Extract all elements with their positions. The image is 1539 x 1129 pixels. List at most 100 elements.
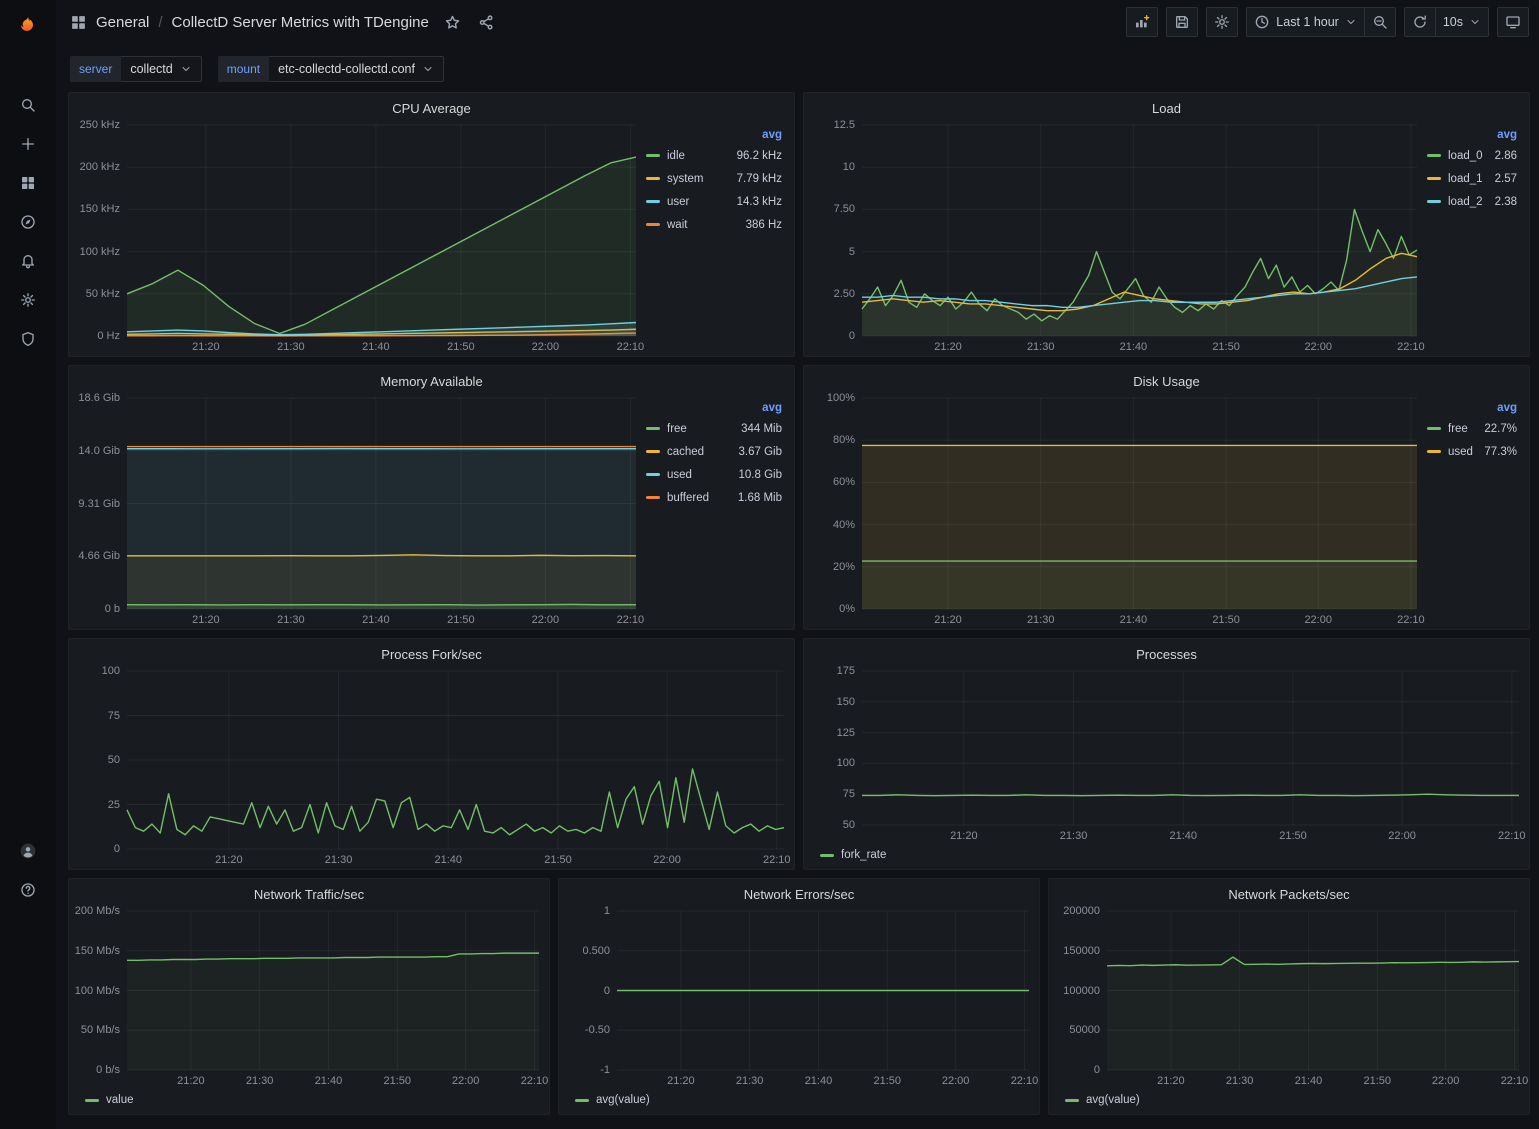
panel-title[interactable]: Processes <box>1136 647 1197 662</box>
sidebar-item-dashboards[interactable] <box>12 174 44 192</box>
sidebar-item-explore[interactable] <box>12 213 44 231</box>
panel-legend: avg load_02.86load_12.57load_22.38 <box>1417 125 1519 356</box>
legend-series-name: buffered <box>667 492 709 504</box>
sidebar-item-user-profile[interactable] <box>12 840 44 862</box>
legend-item-user[interactable]: user14.3 kHz <box>646 190 782 213</box>
legend-item-system[interactable]: system7.79 kHz <box>646 167 782 190</box>
y-axis-label: 100 <box>102 665 120 677</box>
plot-area[interactable] <box>617 911 1029 1070</box>
refresh-button[interactable] <box>1404 7 1436 37</box>
sidebar-item-server-admin[interactable] <box>12 330 44 348</box>
panel-title[interactable]: Process Fork/sec <box>381 647 481 662</box>
legend-item-wait[interactable]: wait386 Hz <box>646 213 782 236</box>
panel-title[interactable]: Network Errors/sec <box>744 887 855 902</box>
legend-series-name: value <box>106 1094 134 1106</box>
y-axis: 0 b4.66 Gib9.31 Gib14.0 Gib18.6 Gib <box>73 398 127 609</box>
sidebar-item-help[interactable] <box>12 879 44 901</box>
cycle-view-mode-button[interactable] <box>1497 7 1529 37</box>
breadcrumb: General / CollectD Server Metrics with T… <box>70 12 497 33</box>
y-axis: 5075100125150175 <box>808 671 862 825</box>
legend-item-avg(value)[interactable]: avg(value) <box>575 1094 650 1106</box>
plot-area[interactable] <box>127 911 539 1070</box>
zoom-out-button[interactable] <box>1364 7 1396 37</box>
legend-stat-header[interactable]: avg <box>1427 129 1517 141</box>
panel-title[interactable]: Disk Usage <box>1133 374 1199 389</box>
add-panel-button[interactable] <box>1126 7 1158 37</box>
legend-item-idle[interactable]: idle96.2 kHz <box>646 144 782 167</box>
topbar-actions: Last 1 hour 10s <box>1126 7 1529 37</box>
panel-title[interactable]: Memory Available <box>380 374 482 389</box>
plot-area[interactable] <box>127 125 636 336</box>
sidebar-item-search[interactable] <box>12 96 44 114</box>
plot-area[interactable] <box>862 398 1417 609</box>
panel-body: 0 Hz50 kHz100 kHz150 kHz200 kHz250 kHz21… <box>69 123 794 356</box>
legend-item-value[interactable]: value <box>85 1094 134 1106</box>
star-dashboard-button[interactable] <box>442 12 463 33</box>
legend-item-free[interactable]: free344 Mib <box>646 417 782 440</box>
x-axis-label: 22:00 <box>532 614 560 626</box>
y-axis-label: 0 <box>849 330 855 342</box>
x-axis-label: 21:20 <box>177 1075 205 1087</box>
legend-series-name: load_1 <box>1448 173 1483 185</box>
chart-process-fork: 025507510021:2021:3021:4021:5022:0022:10 <box>73 671 784 869</box>
share-dashboard-button[interactable] <box>476 12 497 33</box>
grafana-logo[interactable] <box>12 8 44 40</box>
legend-stat-header[interactable]: avg <box>646 129 782 141</box>
legend-item-used[interactable]: used10.8 Gib <box>646 463 782 486</box>
refresh-interval-dropdown[interactable]: 10s <box>1435 7 1489 37</box>
legend-series-value: 96.2 kHz <box>737 150 782 162</box>
variable-mount-dropdown[interactable]: etc-collectd-collectd.conf <box>269 56 444 82</box>
y-axis-label: 125 <box>837 727 855 739</box>
chart-network-traffic: 0 b/s50 Mb/s100 Mb/s150 Mb/s200 Mb/s21:2… <box>73 911 539 1090</box>
panel-body: 0 b4.66 Gib9.31 Gib14.0 Gib18.6 Gib21:20… <box>69 396 794 629</box>
app: General / CollectD Server Metrics with T… <box>0 0 1539 1129</box>
x-axis-label: 21:20 <box>934 341 962 353</box>
plot-area[interactable] <box>127 398 636 609</box>
x-axis-label: 21:30 <box>1060 830 1088 842</box>
variable-mount-value: etc-collectd-collectd.conf <box>278 62 415 76</box>
legend-item-avg(value)[interactable]: avg(value) <box>1065 1094 1140 1106</box>
plot-area[interactable] <box>862 125 1417 336</box>
panel-body: 0%20%40%60%80%100%21:2021:3021:4021:5022… <box>804 396 1529 629</box>
panel-body: 05000010000015000020000021:2021:3021:402… <box>1049 909 1529 1090</box>
legend-stat-header[interactable]: avg <box>1427 402 1517 414</box>
legend-item-load_1[interactable]: load_12.57 <box>1427 167 1517 190</box>
series-color-swatch <box>646 427 660 430</box>
panel-title[interactable]: Network Packets/sec <box>1228 887 1349 902</box>
save-dashboard-button[interactable] <box>1166 7 1198 37</box>
time-range-picker[interactable]: Last 1 hour <box>1246 7 1365 37</box>
series-color-swatch <box>85 1099 99 1102</box>
dashboard-settings-button[interactable] <box>1206 7 1238 37</box>
share-icon <box>478 14 495 31</box>
sidebar-item-alerting[interactable] <box>12 252 44 270</box>
sidebar-item-configuration[interactable] <box>12 291 44 309</box>
gear-icon <box>1214 14 1230 30</box>
legend-stat-header[interactable]: avg <box>646 402 782 414</box>
dashboard-title: CollectD Server Metrics with TDengine <box>172 14 429 31</box>
plot-area[interactable] <box>862 671 1519 825</box>
legend-item-free[interactable]: free22.7% <box>1427 417 1517 440</box>
legend-item-cached[interactable]: cached3.67 Gib <box>646 440 782 463</box>
x-axis-label: 21:50 <box>1212 614 1240 626</box>
variable-server-dropdown[interactable]: collectd <box>121 56 201 82</box>
chart-network-packets: 05000010000015000020000021:2021:3021:402… <box>1053 911 1519 1090</box>
legend-item-buffered[interactable]: buffered1.68 Mib <box>646 486 782 509</box>
panel-legend: avg(value) <box>1049 1090 1529 1114</box>
legend-item-load_2[interactable]: load_22.38 <box>1427 190 1517 213</box>
plot-area[interactable] <box>127 671 784 849</box>
compass-icon <box>20 214 36 230</box>
plot-area[interactable] <box>1107 911 1519 1070</box>
panel-title[interactable]: CPU Average <box>392 101 471 116</box>
chart-cpu-average: 0 Hz50 kHz100 kHz150 kHz200 kHz250 kHz21… <box>73 125 636 356</box>
sidebar-item-create[interactable] <box>12 135 44 153</box>
legend-series-name: cached <box>667 446 704 458</box>
x-axis-label: 21:30 <box>1226 1075 1254 1087</box>
y-axis-label: 100 kHz <box>80 246 120 258</box>
legend-item-fork_rate[interactable]: fork_rate <box>820 849 886 861</box>
legend-item-load_0[interactable]: load_02.86 <box>1427 144 1517 167</box>
panel-title[interactable]: Load <box>1152 101 1181 116</box>
panel-title[interactable]: Network Traffic/sec <box>254 887 364 902</box>
x-axis-label: 21:20 <box>667 1075 695 1087</box>
legend-item-used[interactable]: used77.3% <box>1427 440 1517 463</box>
breadcrumb-folder[interactable]: General <box>96 14 149 31</box>
